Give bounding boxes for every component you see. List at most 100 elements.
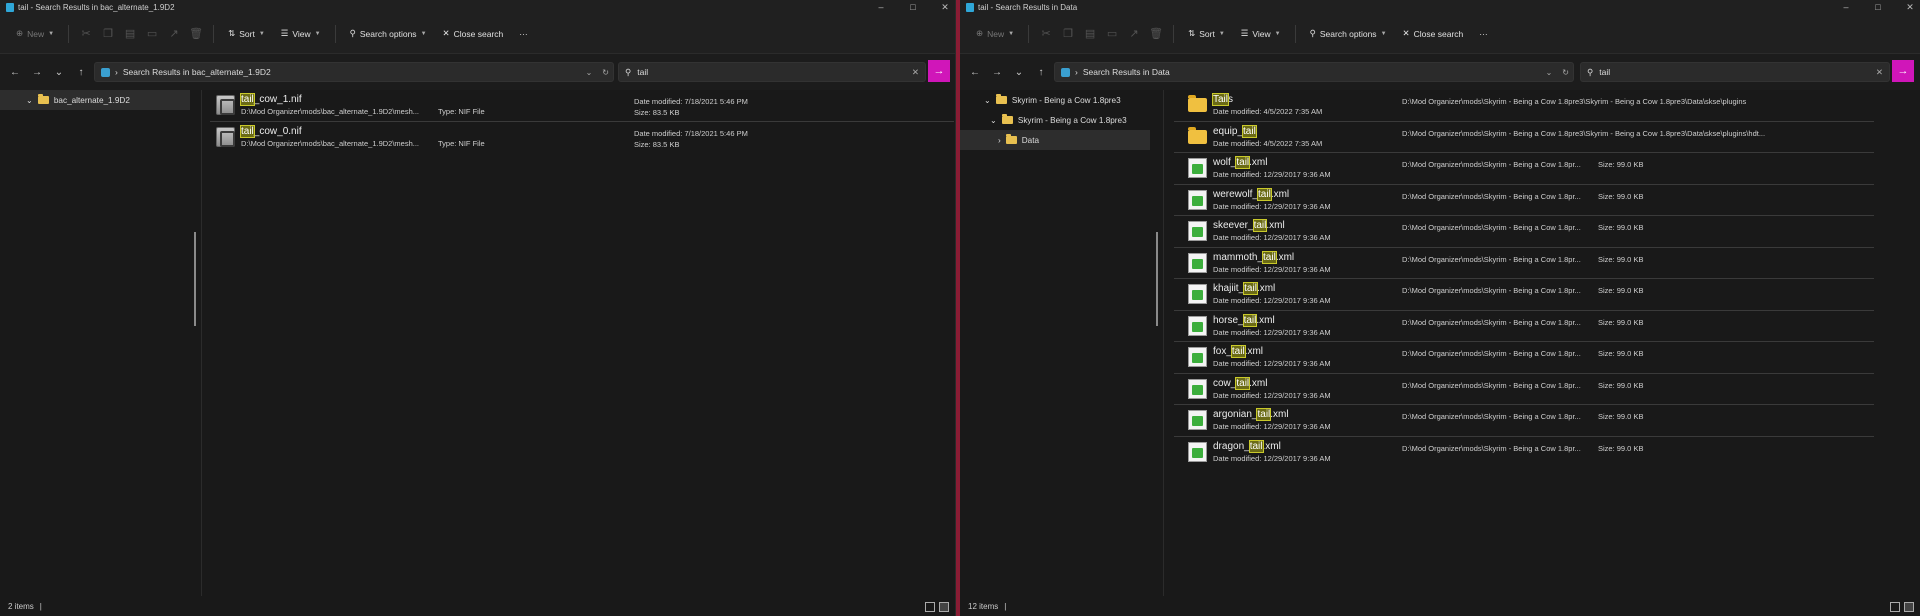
- recent-locations-icon[interactable]: ⌄: [50, 63, 68, 81]
- tiles-view-icon[interactable]: [1904, 602, 1914, 612]
- search-box[interactable]: ⚲ tail ✕: [618, 62, 926, 82]
- share-icon[interactable]: ↗: [165, 25, 183, 43]
- scrollbar[interactable]: [1156, 232, 1158, 326]
- chevron-down-icon[interactable]: ⌄: [26, 95, 33, 105]
- new-button[interactable]: ⊕ New ▼: [10, 23, 60, 45]
- list-item[interactable]: dragon_tail.xml Date modified: 12/29/2017…: [1174, 437, 1874, 469]
- status-bar: 2 items |: [0, 596, 955, 616]
- date-modified: Date modified: 12/29/2017 9:36 AM: [1213, 359, 1331, 369]
- list-item[interactable]: mammoth_tail.xml Date modified: 12/29/201…: [1174, 248, 1874, 279]
- sort-button[interactable]: ⇅ Sort ▼: [222, 23, 271, 45]
- file-size: Size: 99.0 KB: [1598, 317, 1644, 327]
- title-bar: tail - Search Results in bac_alternate_1…: [0, 0, 955, 14]
- explorer-window-right: tail - Search Results in Data – □ ✕ ⊕ New…: [960, 0, 1920, 616]
- delete-icon[interactable]: 🗑: [1147, 25, 1165, 43]
- tiles-view-icon[interactable]: [939, 602, 949, 612]
- tree-item-bac-alternate[interactable]: ⌄ bac_alternate_1.9D2: [0, 90, 190, 110]
- search-input[interactable]: tail: [637, 67, 648, 77]
- clear-search-icon[interactable]: ✕: [1876, 67, 1883, 78]
- list-item[interactable]: wolf_tail.xml Date modified: 12/29/2017 9…: [1174, 153, 1874, 185]
- chevron-down-icon[interactable]: ⌄: [1546, 68, 1553, 77]
- search-go-button[interactable]: →: [1892, 60, 1914, 82]
- maximize-button[interactable]: □: [907, 2, 919, 12]
- scrollbar[interactable]: [194, 232, 196, 326]
- maximize-button[interactable]: □: [1872, 2, 1884, 12]
- chevron-down-icon[interactable]: ⌄: [586, 68, 593, 77]
- share-icon[interactable]: ↗: [1125, 25, 1143, 43]
- paste-icon[interactable]: ▤: [1081, 25, 1099, 43]
- list-item[interactable]: fox_tail.xml Date modified: 12/29/2017 9:…: [1174, 342, 1874, 374]
- forward-icon[interactable]: →: [28, 63, 46, 81]
- close-button[interactable]: ✕: [939, 2, 951, 13]
- back-icon[interactable]: ←: [966, 63, 984, 81]
- view-button[interactable]: ☰ View ▼: [275, 23, 327, 45]
- file-path: D:\Mod Organizer\mods\Skyrim - Being a C…: [1402, 128, 1766, 138]
- list-item[interactable]: khajiit_tail.xml Date modified: 12/29/201…: [1174, 279, 1874, 311]
- file-name: fox_tail.xml: [1213, 345, 1264, 359]
- up-icon[interactable]: ↑: [72, 63, 90, 81]
- list-item[interactable]: tail_cow_1.nif D:\Mod Organizer\mods\bac…: [210, 90, 954, 122]
- rename-icon[interactable]: ▭: [143, 25, 161, 43]
- up-icon[interactable]: ↑: [1032, 63, 1050, 81]
- file-size: Size: 99.0 KB: [1598, 286, 1644, 295]
- divider: [1294, 24, 1296, 43]
- back-icon[interactable]: ←: [6, 63, 24, 81]
- search-options-icon: ⚲: [1309, 28, 1316, 38]
- chevron-down-icon: ▼: [48, 30, 55, 37]
- file-path: D:\Mod Organizer\mods\Skyrim - Being a C…: [1402, 412, 1581, 421]
- tree-item-skyrim-cow[interactable]: ⌄ Skyrim - Being a Cow 1.8pre3: [960, 90, 1163, 110]
- copy-icon[interactable]: ❐: [99, 25, 117, 43]
- list-item[interactable]: argonian_tail.xml Date modified: 12/29/20…: [1174, 405, 1874, 437]
- list-item[interactable]: tail_cow_0.nif D:\Mod Organizer\mods\bac…: [210, 122, 954, 154]
- file-name: wolf_tail.xml: [1213, 156, 1268, 170]
- sort-button[interactable]: ⇅ Sort ▼: [1182, 23, 1231, 45]
- recent-locations-icon[interactable]: ⌄: [1010, 63, 1028, 81]
- paste-icon[interactable]: ▤: [121, 25, 139, 43]
- chevron-down-icon[interactable]: ⌄: [990, 115, 997, 125]
- forward-icon[interactable]: →: [988, 63, 1006, 81]
- list-item[interactable]: Tails Date modified: 4/5/2022 7:35 AM D:\M…: [1174, 90, 1874, 122]
- cut-icon[interactable]: ✂: [77, 25, 95, 43]
- search-box[interactable]: ⚲ tail ✕: [1580, 62, 1890, 82]
- date-modified: Date modified: 12/29/2017 9:36 AM: [1213, 264, 1331, 274]
- copy-icon[interactable]: ❐: [1059, 25, 1077, 43]
- tree-item-skyrim-cow-sub[interactable]: ⌄ Skyrim - Being a Cow 1.8pre3: [960, 110, 1163, 130]
- list-item[interactable]: skeever_tail.xml Date modified: 12/29/201…: [1174, 216, 1874, 248]
- delete-icon[interactable]: 🗑: [187, 25, 205, 43]
- close-search-button[interactable]: ✕ Close search: [1397, 23, 1470, 45]
- details-view-icon[interactable]: [1890, 602, 1900, 612]
- list-item[interactable]: werewolf_tail.xml Date modified: 12/29/20…: [1174, 185, 1874, 216]
- address-bar[interactable]: › Search Results in Data ⌄ ↻: [1054, 62, 1574, 82]
- new-button[interactable]: ⊕ New ▼: [970, 23, 1020, 45]
- close-button[interactable]: ✕: [1904, 2, 1916, 13]
- search-options-button[interactable]: ⚲ Search options ▼: [1304, 23, 1393, 45]
- explorer-icon: [966, 2, 974, 12]
- minimize-button[interactable]: –: [875, 2, 887, 12]
- date-modified: Date modified: 12/29/2017 9:36 AM: [1213, 201, 1331, 211]
- more-options-button[interactable]: ···: [513, 23, 534, 45]
- chevron-down-icon[interactable]: ⌄: [984, 95, 991, 105]
- list-item[interactable]: horse_tail.xml Date modified: 12/29/2017 …: [1174, 311, 1874, 342]
- file-name: tail_cow_0.nif: [240, 125, 302, 139]
- search-go-button[interactable]: →: [928, 60, 950, 82]
- list-item[interactable]: cow_tail.xml Date modified: 12/29/2017 9:…: [1174, 374, 1874, 405]
- details-view-icon[interactable]: [925, 602, 935, 612]
- tree-item-data[interactable]: › Data: [960, 130, 1150, 150]
- refresh-icon[interactable]: ↻: [602, 68, 609, 77]
- xml-file-icon: [1188, 158, 1207, 179]
- clear-search-icon[interactable]: ✕: [912, 67, 919, 78]
- view-button[interactable]: ☰ View ▼: [1235, 23, 1287, 45]
- search-input[interactable]: tail: [1599, 67, 1610, 77]
- chevron-right-icon[interactable]: ›: [998, 136, 1001, 145]
- cut-icon[interactable]: ✂: [1037, 25, 1055, 43]
- navigation-pane: ⌄ bac_alternate_1.9D2: [0, 90, 202, 596]
- search-options-button[interactable]: ⚲ Search options ▼: [344, 23, 433, 45]
- refresh-icon[interactable]: ↻: [1562, 68, 1569, 77]
- list-item[interactable]: equip_tail Date modified: 4/5/2022 7:35 A…: [1174, 122, 1874, 153]
- file-name: skeever_tail.xml: [1213, 219, 1285, 233]
- rename-icon[interactable]: ▭: [1103, 25, 1121, 43]
- close-search-button[interactable]: ✕ Close search: [437, 23, 510, 45]
- address-bar[interactable]: › Search Results in bac_alternate_1.9D2 …: [94, 62, 614, 82]
- minimize-button[interactable]: –: [1840, 2, 1852, 12]
- more-options-button[interactable]: ···: [1473, 23, 1494, 45]
